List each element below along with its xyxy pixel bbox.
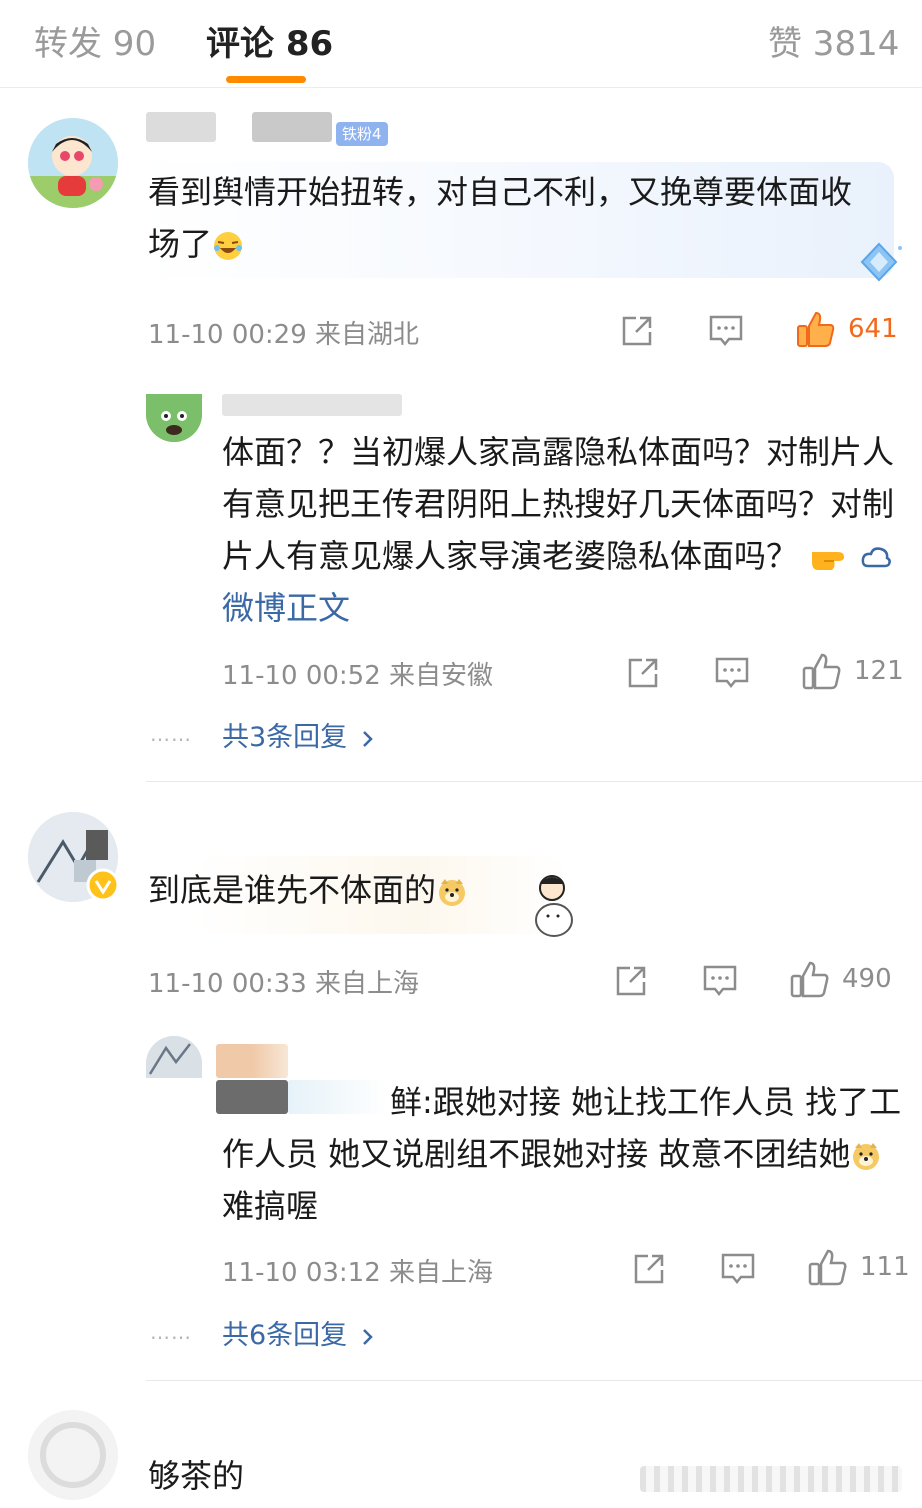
comment-tabs: 转发 90 评论 86 赞 3814 [0,0,922,88]
doge-emoji-icon [853,1143,880,1170]
comment-meta: 11-10 00:33 来自上海 [148,963,419,1000]
reply-meta: 11-10 03:12 来自上海 [222,1252,493,1289]
reply-location: 来自上海 [389,1258,494,1288]
like-icon-active[interactable] [796,310,836,348]
reply-meta: 11-10 00:52 来自安徽 [222,655,493,692]
repost-icon[interactable] [632,1252,666,1286]
pointing-hand-emoji-icon [812,552,845,570]
avatar[interactable] [28,1410,118,1500]
like-count: 641 [848,314,898,344]
chevron-right-icon [362,730,373,747]
like-icon[interactable] [790,960,830,998]
reply-text: 鲜:跟她对接 她让找工作人员 找了工作人员 她又说剧组不跟她对接 故意不团结她难… [222,1083,902,1225]
decorative-card-strip [640,1466,902,1492]
reply-username-obscured[interactable] [222,394,402,416]
comment-time: 11-10 00:29 [148,320,307,350]
like-count: 111 [860,1252,910,1282]
repost-icon[interactable] [620,314,654,348]
view-replies-link[interactable]: 共6条回复 [222,1313,380,1352]
doge-emoji-icon [439,879,466,906]
comment-time: 11-10 00:33 [148,969,307,999]
comment-icon[interactable] [708,314,744,348]
username-obscured[interactable] [252,112,332,142]
comment-location: 来自湖北 [315,320,420,350]
like-count: 121 [854,656,904,686]
comment-text: 够茶的 [148,1457,245,1495]
reply-location: 来自安徽 [389,661,494,691]
active-tab-indicator [226,76,306,83]
repost-icon[interactable] [626,656,660,690]
reply-username-obscured[interactable] [216,1044,288,1078]
tab-likes[interactable]: 赞 3814 [768,16,899,65]
frog-avatar-icon [146,394,202,442]
repost-icon[interactable] [614,964,648,998]
tab-comments[interactable]: 评论 86 [206,16,333,65]
verified-badge-icon [86,868,120,902]
comment-text: 看到舆情开始扭转，对自己不利，又挽尊要体面收场了 [148,173,853,263]
comment-divider [146,781,922,782]
view-replies-link[interactable]: 共3条回复 [222,715,380,754]
like-icon[interactable] [808,1248,848,1286]
username-obscured[interactable] [146,112,216,142]
avatar[interactable] [28,118,118,208]
reply-time: 11-10 00:52 [222,661,381,691]
comment-icon[interactable] [714,656,750,690]
avatar-cartoon-icon [28,118,118,208]
like-icon[interactable] [802,652,842,690]
tab-repost[interactable]: 转发 90 [34,16,156,65]
comment-icon[interactable] [720,1252,756,1286]
reply-avatar[interactable] [146,394,202,442]
reply-avatar-image-icon [146,1036,202,1078]
comment-divider [146,1380,922,1381]
reply-dots: …… [150,1320,192,1344]
reply-text: 体面？？当初爆人家高露隐私体面吗？对制片人有意见把王传君阴阳上热搜好几天体面吗？… [222,433,895,627]
comment-meta: 11-10 00:29 来自湖北 [148,314,419,351]
like-count: 490 [842,964,892,994]
link-cloud-icon [861,547,892,568]
comment-location: 来自上海 [315,969,420,999]
reply-dots: …… [150,722,192,746]
laugh-cry-emoji-icon [214,232,243,260]
comment-icon[interactable] [702,964,738,998]
reply-avatar[interactable] [146,1036,202,1078]
avatar-placeholder-icon [28,1410,118,1500]
chevron-right-icon [362,1328,373,1345]
reply-time: 11-10 03:12 [222,1258,381,1288]
comment-text: 到底是谁先不体面的 [148,864,708,916]
fan-level-badge: 铁粉4 [336,122,388,146]
